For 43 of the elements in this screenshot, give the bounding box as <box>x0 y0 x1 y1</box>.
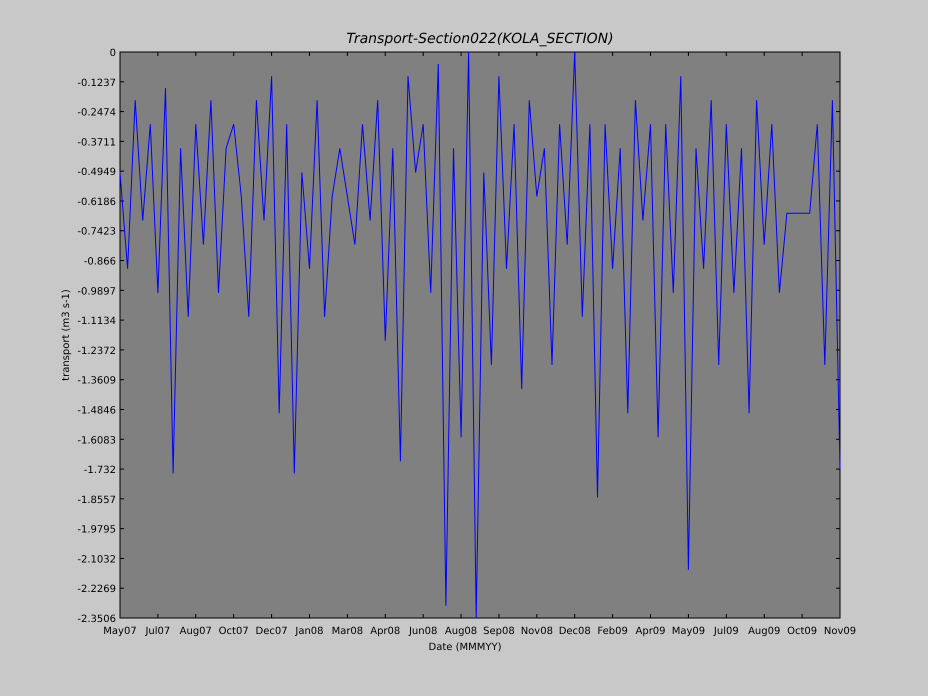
tick-label: Aug09 <box>748 626 780 637</box>
tick-label: -0.7423 <box>77 226 116 238</box>
tick-label: -1.4846 <box>77 405 116 416</box>
tick-label: -2.3506 <box>77 614 116 625</box>
tick-label: Oct09 <box>787 626 818 637</box>
tick-label: Nov08 <box>520 626 553 637</box>
tick-label: Nov09 <box>824 626 856 637</box>
tick-label: -1.732 <box>84 465 116 476</box>
tick-label: Jun08 <box>408 626 438 637</box>
tick-label: -1.6083 <box>77 435 116 446</box>
tick-label: Jan08 <box>295 626 324 637</box>
tick-label: -0.6186 <box>77 196 116 208</box>
tick-label: -1.2372 <box>77 346 116 357</box>
tick-label: May07 <box>103 626 137 637</box>
tick-label: -2.1032 <box>77 554 116 566</box>
tick-label: -0.866 <box>84 256 116 268</box>
tick-label: -2.2269 <box>77 584 116 596</box>
chart-title: Transport-Section022(KOLA_SECTION) <box>346 31 614 47</box>
tick-label: -0.4949 <box>77 167 116 178</box>
tick-label: Oct07 <box>218 626 249 637</box>
tick-label: -1.8557 <box>77 494 116 506</box>
tick-label: -1.3609 <box>77 376 116 387</box>
tick-label: -1.1134 <box>77 316 116 328</box>
tick-label: Apr09 <box>636 626 666 637</box>
tick-label: -0.1237 <box>77 78 116 89</box>
tick-label: -1.9795 <box>77 524 116 536</box>
tick-label: -0.9897 <box>77 286 116 298</box>
y-axis-label: transport (m3 s-1) <box>61 289 72 381</box>
tick-label: Jul09 <box>714 626 739 637</box>
tick-label: -0.3711 <box>77 137 116 148</box>
tick-label: 0 <box>110 48 116 59</box>
tick-label: Dec08 <box>558 626 591 637</box>
tick-label: Sep08 <box>483 626 515 637</box>
tick-label: Aug08 <box>444 626 478 637</box>
tick-label: -0.2474 <box>77 108 116 119</box>
tick-label: Aug07 <box>180 626 212 637</box>
tick-label: Jul07 <box>146 626 170 637</box>
tick-label: May09 <box>672 626 706 637</box>
tick-label: Mar08 <box>332 626 364 637</box>
tick-label: Apr08 <box>370 626 400 637</box>
tick-label: Feb09 <box>597 626 628 637</box>
x-axis-label: Date (MMMYY) <box>428 642 502 653</box>
tick-label: Dec07 <box>256 626 288 637</box>
